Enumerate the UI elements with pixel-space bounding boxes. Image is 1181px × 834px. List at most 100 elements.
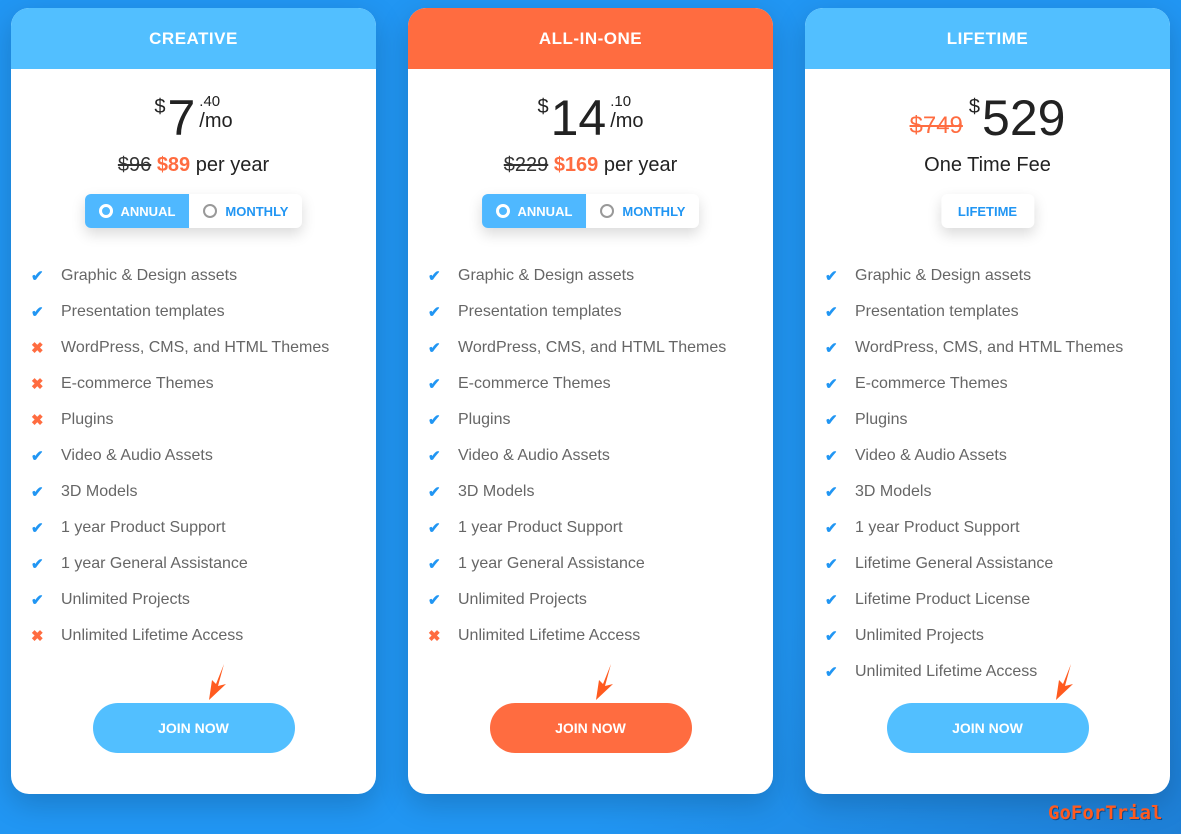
billing-toggle: LIFETIME bbox=[940, 194, 1035, 228]
check-icon: ✔ bbox=[428, 268, 441, 285]
join-now-button[interactable]: JOIN NOW bbox=[489, 703, 692, 753]
cross-icon: ✖ bbox=[428, 628, 441, 645]
feature-item: ✔ Presentation templates bbox=[31, 294, 366, 330]
radio-selected-icon bbox=[98, 204, 113, 218]
cross-icon: ✖ bbox=[31, 628, 44, 645]
old-price: $749 bbox=[909, 112, 963, 139]
feature-item: ✔ E-commerce Themes bbox=[825, 366, 1160, 402]
feature-label: 3D Models bbox=[61, 483, 138, 500]
feature-item: ✔ 1 year Product Support bbox=[31, 510, 366, 546]
feature-label: Video & Audio Assets bbox=[61, 447, 213, 464]
feature-label: 1 year Product Support bbox=[458, 519, 623, 536]
feature-label: Unlimited Projects bbox=[855, 627, 984, 644]
plan-title: CREATIVE bbox=[11, 8, 376, 69]
feature-item: ✔ Unlimited Projects bbox=[31, 582, 366, 618]
feature-item: ✔ Graphic & Design assets bbox=[31, 258, 366, 294]
feature-label: Video & Audio Assets bbox=[855, 447, 1007, 464]
monthly-label: MONTHLY bbox=[622, 203, 686, 219]
feature-item: ✔ WordPress, CMS, and HTML Themes bbox=[428, 330, 763, 366]
check-icon: ✔ bbox=[428, 412, 441, 429]
feature-label: WordPress, CMS, and HTML Themes bbox=[855, 339, 1124, 356]
feature-label: WordPress, CMS, and HTML Themes bbox=[61, 339, 330, 356]
check-icon: ✔ bbox=[825, 340, 838, 357]
pointer-arrow-icon bbox=[209, 664, 226, 700]
watermark-logo: GoForTrial bbox=[1048, 802, 1163, 824]
feature-label: Unlimited Lifetime Access bbox=[61, 627, 244, 644]
feature-item: ✔ Unlimited Lifetime Access bbox=[825, 654, 1160, 690]
check-icon: ✔ bbox=[428, 376, 441, 393]
feature-item: ✔ 1 year Product Support bbox=[825, 510, 1160, 546]
feature-item: ✔ Presentation templates bbox=[428, 294, 763, 330]
check-icon: ✔ bbox=[825, 448, 838, 465]
feature-label: Unlimited Projects bbox=[458, 591, 587, 608]
cross-icon: ✖ bbox=[31, 376, 44, 393]
feature-item: ✖ Unlimited Lifetime Access bbox=[31, 618, 366, 654]
feature-item: ✔ Unlimited Projects bbox=[428, 582, 763, 618]
check-icon: ✔ bbox=[428, 520, 441, 537]
billing-toggle: ANNUAL MONTHLY bbox=[481, 194, 700, 228]
check-icon: ✔ bbox=[31, 484, 44, 501]
feature-item: ✔ Unlimited Projects bbox=[825, 618, 1160, 654]
yearly-price: $96 $89 per year bbox=[11, 154, 376, 177]
feature-label: E-commerce Themes bbox=[855, 375, 1008, 392]
check-icon: ✔ bbox=[428, 556, 441, 573]
feature-item: ✔ Video & Audio Assets bbox=[428, 438, 763, 474]
feature-item: ✔ 1 year General Assistance bbox=[31, 546, 366, 582]
feature-label: E-commerce Themes bbox=[458, 375, 611, 392]
check-icon: ✔ bbox=[31, 304, 44, 321]
currency-symbol: $ bbox=[968, 96, 981, 118]
feature-item: ✖ Plugins bbox=[31, 402, 366, 438]
feature-item: ✔ Plugins bbox=[825, 402, 1160, 438]
price-cents: .40 bbox=[199, 93, 221, 110]
feature-item: ✔ 1 year Product Support bbox=[428, 510, 763, 546]
pointer-arrow-icon bbox=[1056, 664, 1073, 700]
radio-unselected-icon bbox=[600, 204, 615, 218]
price-whole: 14 bbox=[550, 90, 607, 146]
monthly-option[interactable]: MONTHLY bbox=[586, 194, 699, 228]
feature-label: 1 year General Assistance bbox=[458, 555, 645, 572]
plan-card-lifetime: LIFETIME $749 $ 529 One Time Fee LIFETIM… bbox=[805, 8, 1170, 794]
yearly-price: $229 $169 per year bbox=[408, 154, 773, 177]
check-icon: ✔ bbox=[825, 484, 838, 501]
feature-label: 3D Models bbox=[855, 483, 932, 500]
check-icon: ✔ bbox=[825, 628, 838, 645]
feature-label: Graphic & Design assets bbox=[855, 267, 1032, 284]
plan-title: ALL-IN-ONE bbox=[408, 8, 773, 69]
plan-title: LIFETIME bbox=[805, 8, 1170, 69]
one-time-price: $749 $ 529 bbox=[805, 90, 1170, 146]
feature-list: ✔ Graphic & Design assets ✔ Presentation te… bbox=[428, 258, 763, 654]
feature-label: Plugins bbox=[855, 411, 908, 428]
feature-label: Plugins bbox=[458, 411, 511, 428]
feature-label: Lifetime General Assistance bbox=[855, 555, 1054, 572]
annual-option[interactable]: ANNUAL bbox=[84, 194, 190, 228]
old-yearly-price: $96 bbox=[117, 154, 152, 176]
check-icon: ✔ bbox=[825, 376, 838, 393]
cross-icon: ✖ bbox=[31, 340, 44, 357]
feature-label: Plugins bbox=[61, 411, 114, 428]
radio-unselected-icon bbox=[203, 204, 218, 218]
feature-label: E-commerce Themes bbox=[61, 375, 214, 392]
join-now-button[interactable]: JOIN NOW bbox=[92, 703, 295, 753]
check-icon: ✔ bbox=[31, 448, 44, 465]
radio-selected-icon bbox=[495, 204, 510, 218]
plan-card-creative: CREATIVE $ 7 .40 /mo $96 $89 per year AN… bbox=[11, 8, 376, 794]
feature-item: ✔ 1 year General Assistance bbox=[428, 546, 763, 582]
check-icon: ✔ bbox=[428, 592, 441, 609]
feature-label: WordPress, CMS, and HTML Themes bbox=[458, 339, 727, 356]
price-cents: .10 bbox=[610, 93, 632, 110]
monthly-price: $ 7 .40 /mo bbox=[11, 90, 376, 146]
check-icon: ✔ bbox=[31, 592, 44, 609]
monthly-price: $ 14 .10 /mo bbox=[408, 90, 773, 146]
check-icon: ✔ bbox=[428, 304, 441, 321]
price-whole: 7 bbox=[167, 90, 196, 146]
feature-label: Unlimited Lifetime Access bbox=[855, 663, 1038, 680]
monthly-option[interactable]: MONTHLY bbox=[189, 194, 302, 228]
join-now-button[interactable]: JOIN NOW bbox=[886, 703, 1089, 753]
check-icon: ✔ bbox=[825, 664, 838, 681]
lifetime-option[interactable]: LIFETIME bbox=[941, 194, 1034, 228]
check-icon: ✔ bbox=[428, 448, 441, 465]
pointer-arrow-icon bbox=[596, 664, 613, 700]
feature-label: Video & Audio Assets bbox=[458, 447, 610, 464]
feature-item: ✖ E-commerce Themes bbox=[31, 366, 366, 402]
annual-option[interactable]: ANNUAL bbox=[481, 194, 587, 228]
